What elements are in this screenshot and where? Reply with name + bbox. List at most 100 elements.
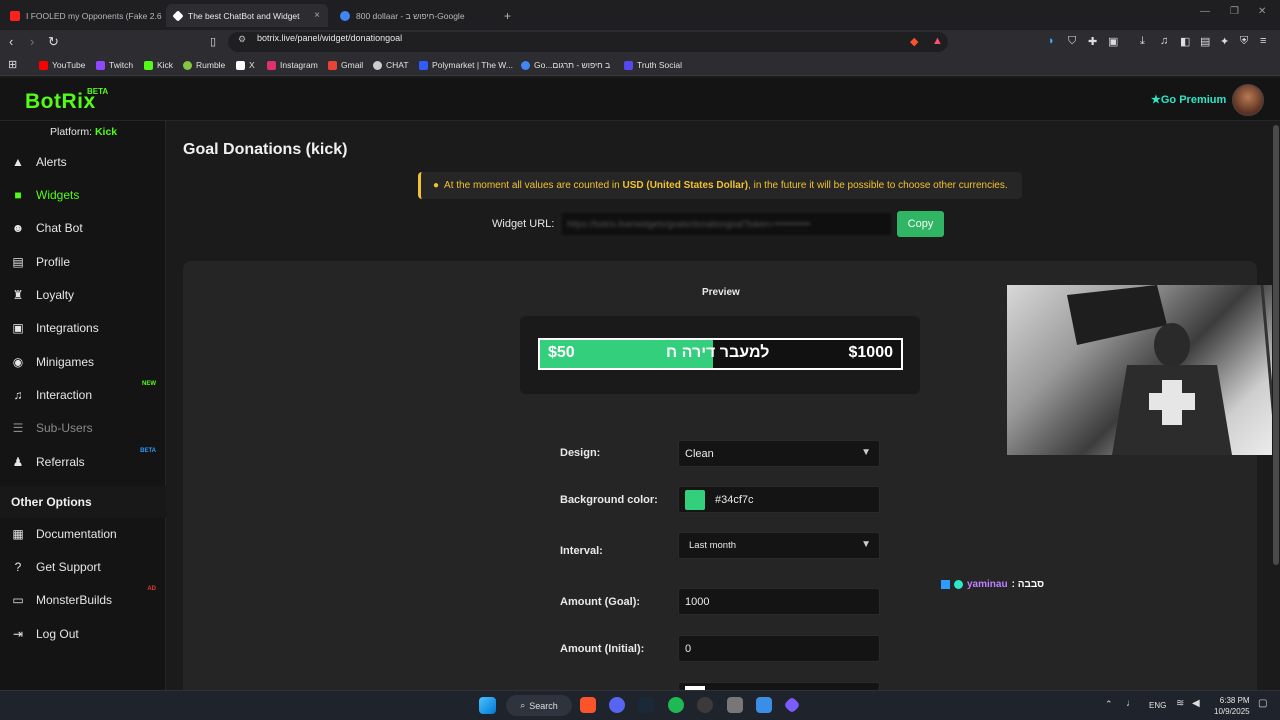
go-premium-link[interactable]: ★Go Premium [1151, 93, 1226, 106]
amount-initial-input[interactable]: 0 [678, 635, 880, 662]
reload-icon[interactable]: ↻ [48, 34, 59, 50]
bookmark-kick[interactable]: Kick [144, 60, 173, 70]
sidebar-item-get-support[interactable]: ? Get Support [0, 551, 166, 583]
new-tab-button[interactable]: + [496, 4, 516, 27]
tab-title: I FOOLED my Opponents (Fake 2.6 H [26, 10, 162, 21]
bookmark-label: Kick [157, 60, 174, 70]
browser-tab-bar: I FOOLED my Opponents (Fake 2.6 H The be… [0, 0, 1280, 30]
obs-icon[interactable] [697, 697, 713, 713]
book-icon: ▦ [12, 527, 24, 541]
next-field-partial[interactable] [678, 682, 880, 691]
sidebar-item-widgets[interactable]: ■ Widgets [0, 179, 166, 211]
design-select[interactable]: Clean ▼ [678, 440, 880, 467]
url-text[interactable]: botrix.live/panel/widget/donationgoal [257, 33, 402, 43]
bookmark-youtube[interactable]: YouTube [39, 60, 85, 70]
bookmark-gmail[interactable]: Gmail [328, 60, 363, 70]
bookmark-truth-social[interactable]: Truth Social [624, 60, 682, 70]
taskbar-search[interactable]: ⌕ Search [506, 695, 572, 716]
close-tab-icon[interactable]: × [314, 10, 320, 21]
sidebar-item-label: Widgets [36, 188, 80, 202]
sidebar-item-monsterbuilds[interactable]: ▭ MonsterBuilds AD [0, 584, 166, 616]
minimize-icon[interactable]: — [1200, 6, 1210, 17]
color-swatch[interactable] [685, 489, 705, 510]
search-icon: ⌕ [520, 700, 526, 710]
media-icon[interactable]: ♫ [1160, 35, 1168, 47]
sidebar-item-alerts[interactable]: ▲ Alerts [0, 146, 166, 178]
amount-goal-input[interactable]: 1000 [678, 588, 880, 615]
volume-icon[interactable]: ◀ [1192, 698, 1200, 709]
google-icon [521, 60, 530, 70]
sidebar-item-sub-users[interactable]: ☰ Sub-Users [0, 412, 166, 444]
microphone-icon[interactable]: ♩ [1126, 698, 1136, 709]
sidebar-item-documentation[interactable]: ▦ Documentation [0, 518, 166, 550]
taskbar-clock[interactable]: 6:38 PM 10/9/2025 [1214, 695, 1250, 717]
windows-start-icon[interactable] [479, 697, 496, 714]
notifications-icon[interactable]: ▢ [1258, 698, 1267, 709]
language-indicator[interactable]: ENG [1149, 701, 1166, 710]
widget-url-field[interactable]: https://botrix.live/widgets/goals/donati… [560, 211, 893, 237]
bookmark-label: Rumble [196, 60, 226, 70]
bookmark-label: CHAT [386, 60, 409, 70]
tab-title: 800 dollaar - חיפוש ב-Google [356, 10, 465, 21]
bookmark-instagram[interactable]: Instagram [267, 60, 318, 70]
design-label: Design: [560, 447, 601, 459]
vpn-icon[interactable]: ⛨ [1240, 35, 1248, 48]
app-icon[interactable] [727, 697, 743, 713]
interval-select[interactable]: Last month ▼ [678, 532, 880, 559]
bookmark-rumble[interactable]: Rumble [183, 60, 225, 70]
wifi-icon[interactable]: ≋ [1176, 698, 1184, 709]
copy-button[interactable]: Copy [897, 211, 944, 237]
site-info-icon[interactable]: ⚙ [238, 34, 246, 45]
sidebar-item-label: Sub-Users [36, 421, 93, 435]
avatar[interactable] [1232, 84, 1264, 116]
bookmark-icon[interactable]: ▯ [210, 35, 216, 48]
chevron-up-icon[interactable]: ⌃ [1105, 699, 1113, 710]
browser-tab[interactable]: 800 dollaar - חיפוש ב-Google [332, 4, 492, 27]
background-color-field[interactable]: #34cf7c [678, 486, 880, 513]
botrix-logo[interactable]: BotRix [25, 90, 96, 114]
bookmark-polymarket[interactable]: Polymarket | The W... [419, 60, 513, 70]
sidebar-icon[interactable]: ◧ [1180, 35, 1190, 48]
back-icon[interactable]: ‹ [9, 34, 13, 49]
goal-title: למעבר דירה ח [666, 344, 770, 361]
robot-icon: ☻ [11, 221, 25, 235]
forward-icon[interactable]: › [30, 34, 34, 49]
chevron-down-icon: ▼ [861, 539, 871, 550]
sidebar-item-profile[interactable]: ▤ Profile [0, 246, 166, 278]
sidebar-item-loyalty[interactable]: ♜ Loyalty [0, 279, 166, 311]
shield-icon[interactable]: ⛉ [1068, 35, 1076, 48]
wallet-icon[interactable]: ▤ [1200, 35, 1210, 48]
sidebar-item-interaction[interactable]: ♫ Interaction NEW [0, 379, 166, 411]
sidebar-item-minigames[interactable]: ◉ Minigames [0, 346, 166, 378]
discord-icon[interactable] [609, 697, 625, 713]
browser-tab-active[interactable]: The best ChatBot and Widgets fo × [166, 4, 328, 27]
steam-icon[interactable] [638, 697, 654, 713]
photos-icon[interactable] [756, 697, 772, 713]
sidebar-item-referrals[interactable]: ♟ Referrals BETA [0, 446, 166, 478]
extensions-icon[interactable]: ✚ [1088, 35, 1097, 48]
sidebar-item-label: Profile [36, 255, 71, 269]
browser-tab[interactable]: I FOOLED my Opponents (Fake 2.6 H [2, 4, 162, 27]
brave-rewards-icon[interactable]: ▲ [932, 35, 943, 47]
brave-icon[interactable] [580, 697, 596, 713]
sidebar-item-chat-bot[interactable]: ☻ Chat Bot [0, 212, 166, 244]
apps-grid-icon[interactable]: ⊞ [8, 58, 17, 71]
brave-shield-icon[interactable]: ◆ [910, 35, 918, 48]
scrollbar-thumb[interactable] [1273, 125, 1279, 565]
bookmark-x[interactable]: X [236, 60, 255, 70]
screenshot-icon[interactable]: ▣ [1108, 35, 1118, 48]
google-icon [340, 10, 350, 21]
bookmark-google-translate[interactable]: Go...ב חיפוש - תרגום [521, 60, 610, 70]
bookmark-twitch[interactable]: Twitch [96, 60, 133, 70]
close-window-icon[interactable]: ✕ [1258, 6, 1266, 17]
spotify-icon[interactable] [668, 697, 684, 713]
restore-icon[interactable]: ❐ [1230, 6, 1239, 17]
sidebar-item-integrations[interactable]: ▣ Integrations [0, 312, 166, 344]
menu-icon[interactable]: ≡ [1260, 35, 1266, 47]
sidebar-item-log-out[interactable]: ⇥ Log Out [0, 618, 166, 650]
bookmark-chat[interactable]: CHAT [373, 60, 409, 70]
botrix-icon [172, 9, 184, 22]
download-icon[interactable]: ⤓ [1140, 35, 1145, 48]
speech-icon[interactable]: ◗ [1048, 35, 1055, 47]
leo-icon[interactable]: ✦ [1220, 35, 1229, 48]
